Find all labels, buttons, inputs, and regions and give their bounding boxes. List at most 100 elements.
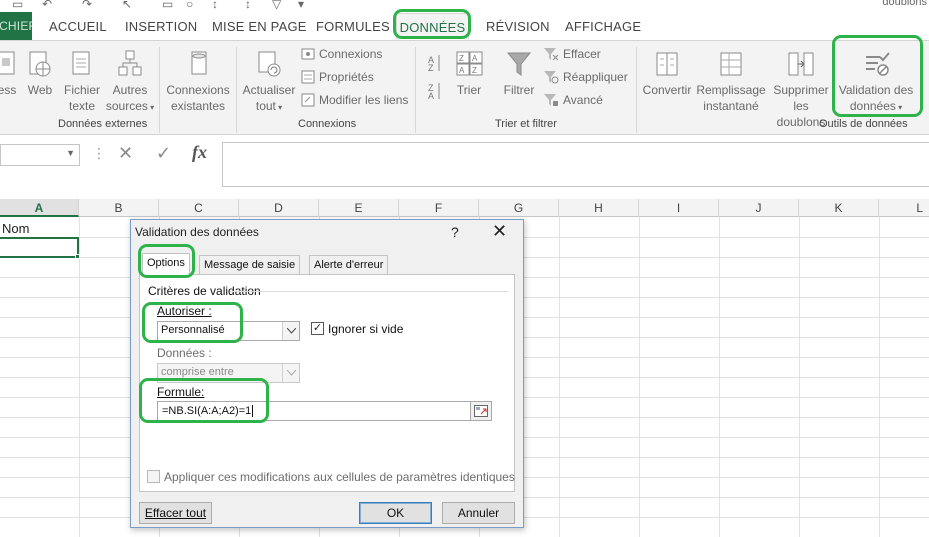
print-preview-icon[interactable]: ▭ [162, 0, 173, 11]
group-label-connections: Connexions [298, 118, 357, 130]
sort-za-icon[interactable]: ↕ [245, 0, 251, 11]
clear-all-button[interactable]: Effacer tout [139, 502, 212, 524]
tab-error-alert[interactable]: Alerte d'erreur [309, 255, 389, 275]
chevron-down-icon[interactable] [282, 322, 299, 340]
column-header-a[interactable]: A [0, 199, 79, 217]
redo-icon[interactable]: ↷ [82, 0, 92, 11]
text-to-columns-icon [656, 52, 678, 76]
filter-funnel-icon [506, 52, 532, 76]
connections-button[interactable]: Connexions [301, 47, 382, 61]
tab-insert[interactable]: INSERTION [125, 19, 197, 34]
close-icon[interactable]: ✕ [492, 221, 507, 242]
apply-all-label[interactable]: Appliquer ces modifications aux cellules… [164, 470, 515, 484]
apply-all-checkbox[interactable] [147, 470, 160, 483]
group-label-sort-filter: Trier et filtrer [495, 118, 557, 130]
refresh-icon [258, 51, 281, 77]
cancel-icon[interactable]: ✕ [118, 143, 133, 164]
fill-handle[interactable] [75, 254, 80, 259]
tab-data[interactable]: DONNÉES [396, 13, 469, 39]
flash-fill-button[interactable]: Remplissage instantané [694, 49, 768, 114]
active-cell-selection[interactable] [0, 237, 79, 258]
from-text-button[interactable]: Fichier texte [60, 49, 104, 114]
zoom-icon[interactable]: ○ [186, 0, 193, 11]
ok-button[interactable]: OK [359, 502, 432, 524]
data-validation-button[interactable]: Validation des données ▾ [836, 49, 916, 116]
tab-view[interactable]: AFFICHAGE [565, 19, 641, 34]
tab-home[interactable]: ACCUEIL [49, 19, 107, 34]
name-box[interactable]: ▼ [0, 144, 80, 166]
cancel-button[interactable]: Annuler [442, 502, 515, 524]
customize-qat-icon[interactable]: ▾ [298, 0, 304, 11]
fieldset-divider [230, 291, 508, 292]
column-header-l[interactable]: L [879, 199, 929, 217]
advanced-filter-button[interactable]: Avancé [543, 93, 603, 107]
edit-links-icon [301, 93, 315, 107]
svg-text:A: A [472, 54, 478, 63]
undo-icon[interactable]: ↶ [42, 0, 52, 11]
other-sources-icon [118, 50, 142, 76]
allow-label: Autoriser : [157, 304, 212, 318]
range-select-button[interactable] [470, 401, 492, 421]
dialog-title: Validation des données [135, 225, 259, 239]
text-caret [252, 405, 254, 417]
save-icon[interactable]: ▭ [12, 0, 23, 11]
database-icon [191, 51, 207, 75]
document-title: doublons [882, 0, 927, 8]
text-to-columns-button[interactable]: Convertir [641, 49, 693, 98]
range-select-icon [474, 405, 488, 417]
clear-filter-icon [544, 48, 559, 61]
from-other-sources-button[interactable]: Autres sources ▾ [104, 49, 156, 116]
filter-icon[interactable]: ▽ [272, 0, 281, 11]
insert-function-icon[interactable]: fx [192, 142, 207, 163]
data-select: comprise entre [157, 363, 300, 383]
formula-input[interactable] [222, 142, 929, 187]
tab-review[interactable]: RÉVISION [486, 19, 550, 34]
advanced-filter-icon [544, 94, 558, 106]
ribbon-separator [159, 47, 160, 133]
column-header-i[interactable]: I [639, 199, 719, 217]
clear-filter-button[interactable]: Effacer [543, 47, 601, 61]
text-file-icon [72, 51, 90, 75]
cell-a1[interactable]: Nom [2, 221, 29, 236]
help-button[interactable]: ? [451, 224, 459, 240]
reapply-button[interactable]: Réappliquer [543, 70, 628, 84]
chevron-down-icon[interactable]: ▼ [66, 148, 75, 158]
tab-formulas[interactable]: FORMULES [316, 19, 390, 34]
column-header-b[interactable]: B [79, 199, 159, 217]
ignore-blank-checkbox[interactable]: ✓ [311, 322, 324, 335]
from-access-button[interactable]: ess [0, 49, 18, 98]
svg-text:Z: Z [459, 54, 464, 63]
column-header-d[interactable]: D [239, 199, 319, 217]
column-header-e[interactable]: E [319, 199, 399, 217]
group-label-data-tools: Outils de données [819, 118, 908, 130]
column-header-c[interactable]: C [159, 199, 239, 217]
column-header-j[interactable]: J [719, 199, 799, 217]
enter-icon[interactable]: ✓ [156, 143, 171, 164]
existing-connections-button[interactable]: Connexions existantes [165, 49, 231, 114]
formula-bar: ▼ ⋮ ✕ ✓ fx [0, 136, 929, 191]
column-header-k[interactable]: K [799, 199, 879, 217]
tab-file[interactable]: FICHIER [0, 12, 32, 40]
filter-button[interactable]: Filtrer [500, 49, 538, 98]
sort-az-icon[interactable]: ↕ [212, 0, 218, 11]
pointer-icon[interactable]: ↖ [122, 0, 132, 11]
column-header-g[interactable]: G [479, 199, 559, 217]
data-validation-dialog: Validation des données ? ✕ Options Messa… [130, 219, 524, 528]
ribbon-separator [236, 47, 237, 133]
edit-links-button[interactable]: Modifier les liens [301, 93, 408, 107]
refresh-all-button[interactable]: Actualiser tout ▾ [240, 49, 298, 116]
sort-button[interactable]: ZAAZ Trier [452, 49, 486, 98]
from-web-button[interactable]: Web [25, 49, 55, 98]
tab-options[interactable]: Options [142, 253, 190, 276]
allow-select[interactable]: Personnalisé [157, 321, 300, 341]
column-header-f[interactable]: F [399, 199, 479, 217]
sort-asc-button[interactable]: AZZA [424, 51, 446, 103]
properties-button[interactable]: Propriétés [301, 70, 374, 84]
formula-field[interactable]: =NB.SI(A:A;A2)=1 [157, 401, 487, 421]
ignore-blank-label[interactable]: Ignorer si vide [328, 322, 403, 336]
sort-dialog-icon: Z AA Z [456, 51, 483, 76]
tab-page-layout[interactable]: MISE EN PAGE [212, 19, 307, 34]
tab-input-message[interactable]: Message de saisie [199, 255, 301, 275]
column-header-h[interactable]: H [559, 199, 639, 217]
group-label-external-data: Données externes [58, 118, 148, 130]
